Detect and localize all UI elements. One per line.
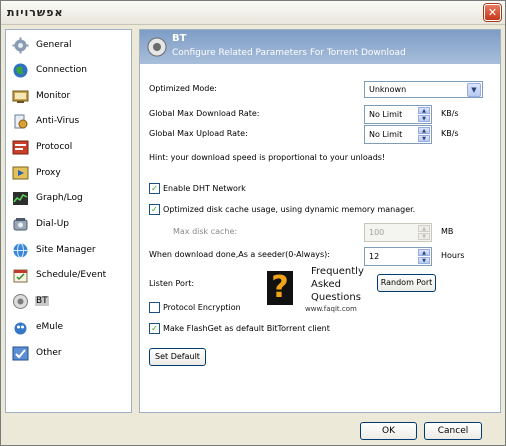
protocol-encryption-checkbox[interactable] [149,302,160,313]
stepper-arrows-icon[interactable]: ▲ ▼ [418,249,430,264]
download-rate-stepper[interactable]: No Limit ▲ ▼ [364,105,432,124]
max-cache-value: 100 [369,228,385,237]
bt-settings-panel: BT Configure Related Parameters For Torr… [139,29,501,413]
dht-checkbox[interactable]: ✓ [149,183,160,194]
watermark-line-2: Asked [311,279,341,290]
set-default-button[interactable]: Set Default [149,348,206,366]
schedule-icon [13,269,28,283]
panel-subtitle: Configure Related Parameters For Torrent… [172,48,406,58]
protocol-encryption-label: Protocol Encryption [163,303,241,312]
upload-rate-stepper[interactable]: No Limit ▲ ▼ [364,125,432,144]
optimized-mode-select[interactable]: Unknown ▼ [364,81,483,98]
sidebar-item-label: Connection [36,65,87,75]
sidebar-item-dial-up[interactable]: Dial-Up [12,215,128,235]
seeder-hours-value: 12 [369,252,380,261]
sidebar-item-label: Other [36,348,62,358]
watermark-line-3: Questions [311,292,361,303]
sidebar-item-label: Schedule/Event [36,270,107,280]
connection-icon [13,63,28,78]
optimized-mode-value: Unknown [369,85,407,94]
sidebar-item-general[interactable]: General [12,36,128,56]
emule-icon [14,322,27,335]
watermark-url: www.faqit.com [305,305,357,313]
sidebar-item-label: Graph/Log [36,193,83,203]
close-button[interactable]: ✕ [484,4,501,21]
chevron-down-icon[interactable]: ▼ [467,83,481,97]
upload-rate-unit: KB/s [441,129,459,138]
disk-cache-checkbox[interactable]: ✓ [149,204,160,215]
panel-title: BT [172,33,187,44]
general-icon [12,37,29,54]
other-icon [12,346,29,361]
download-rate-label: Global Max Download Rate: [149,109,260,118]
speed-hint: Hint: your download speed is proportiona… [149,153,386,162]
download-rate-unit: KB/s [441,109,459,118]
check-icon: ✓ [151,324,158,333]
sidebar-item-label: BT [35,296,49,306]
max-cache-label: Max disk cache: [173,227,238,236]
sidebar-item-anti-virus[interactable]: Anti-Virus [12,112,128,132]
check-icon: ✓ [151,205,158,214]
sidebar-item-label: General [36,40,72,50]
options-category-list: General Connection Monitor Anti-Virus Pr… [5,29,132,413]
dialup-icon [13,218,28,231]
dht-label: Enable DHT Network [163,184,246,193]
sidebar-item-label: Site Manager [36,245,96,255]
ok-button[interactable]: OK [360,422,417,440]
bt-icon [13,294,28,309]
close-icon: ✕ [487,6,498,19]
upload-rate-label: Global Max Upload Rate: [149,129,248,138]
stepper-arrows-icon[interactable]: ▲ ▼ [418,225,430,240]
title-bar[interactable]: אפשרויות ✕ [1,1,505,25]
download-rate-value: No Limit [369,110,403,119]
sidebar-item-proxy[interactable]: Proxy [12,164,128,184]
disk-cache-label: Optimized disk cache usage, using dynami… [163,205,416,214]
sidebar-item-label: eMule [36,322,64,332]
sidebar-item-label: Monitor [36,91,71,101]
sidebar-item-bt[interactable]: BT [12,292,128,312]
window-title: אפשרויות [7,6,64,19]
sidebar-item-other[interactable]: Other [12,344,128,364]
sidebar-item-monitor[interactable]: Monitor [12,87,128,107]
seeder-label: When download done,As a seeder(0-Always)… [149,250,330,259]
sidebar-item-label: Dial-Up [36,219,69,229]
listen-port-label: Listen Port: [149,279,195,288]
panel-header: BT Configure Related Parameters For Torr… [140,30,500,64]
sidebar-item-label: Proxy [36,168,61,178]
default-client-label: Make FlashGet as default BitTorrent clie… [163,324,330,333]
sidebar-item-label: Protocol [36,142,73,152]
sidebar-item-connection[interactable]: Connection [12,61,128,81]
proxy-icon [12,166,29,180]
random-port-button[interactable]: Random Port [377,274,436,292]
graph-icon [13,192,28,205]
sidebar-item-schedule-event[interactable]: Schedule/Event [12,266,128,286]
check-icon: ✓ [151,184,158,193]
question-mark-logo: ? [267,271,293,305]
optimized-mode-label: Optimized Mode: [149,84,217,93]
watermark-line-1: Frequently [311,266,364,277]
question-mark-icon: ? [271,270,289,305]
upload-rate-value: No Limit [369,130,403,139]
stepper-arrows-icon[interactable]: ▲ ▼ [418,127,430,142]
seeder-hours-stepper[interactable]: 12 ▲ ▼ [364,247,432,266]
seeder-unit: Hours [441,251,465,260]
bt-icon [147,37,167,57]
cancel-button[interactable]: Cancel [424,422,482,440]
stepper-arrows-icon[interactable]: ▲ ▼ [418,107,430,122]
sidebar-item-protocol[interactable]: Protocol [12,138,128,158]
dialog-footer: OK Cancel [1,415,505,445]
sidebar-item-label: Anti-Virus [36,116,80,126]
monitor-icon [12,90,29,103]
default-client-checkbox[interactable]: ✓ [149,323,160,334]
protocol-icon [12,140,29,155]
site-manager-icon [13,243,28,258]
max-cache-unit: MB [441,227,454,236]
max-cache-stepper[interactable]: 100 ▲ ▼ [364,223,432,242]
faq-watermark: ? Frequently Asked Questions www.faqit.c… [267,266,371,318]
sidebar-item-emule[interactable]: eMule [12,318,128,338]
antivirus-icon [14,114,28,129]
options-dialog: אפשרויות ✕ General Connection Monitor An… [0,0,506,446]
sidebar-item-site-manager[interactable]: Site Manager [12,241,128,261]
sidebar-item-graph-log[interactable]: Graph/Log [12,189,128,209]
